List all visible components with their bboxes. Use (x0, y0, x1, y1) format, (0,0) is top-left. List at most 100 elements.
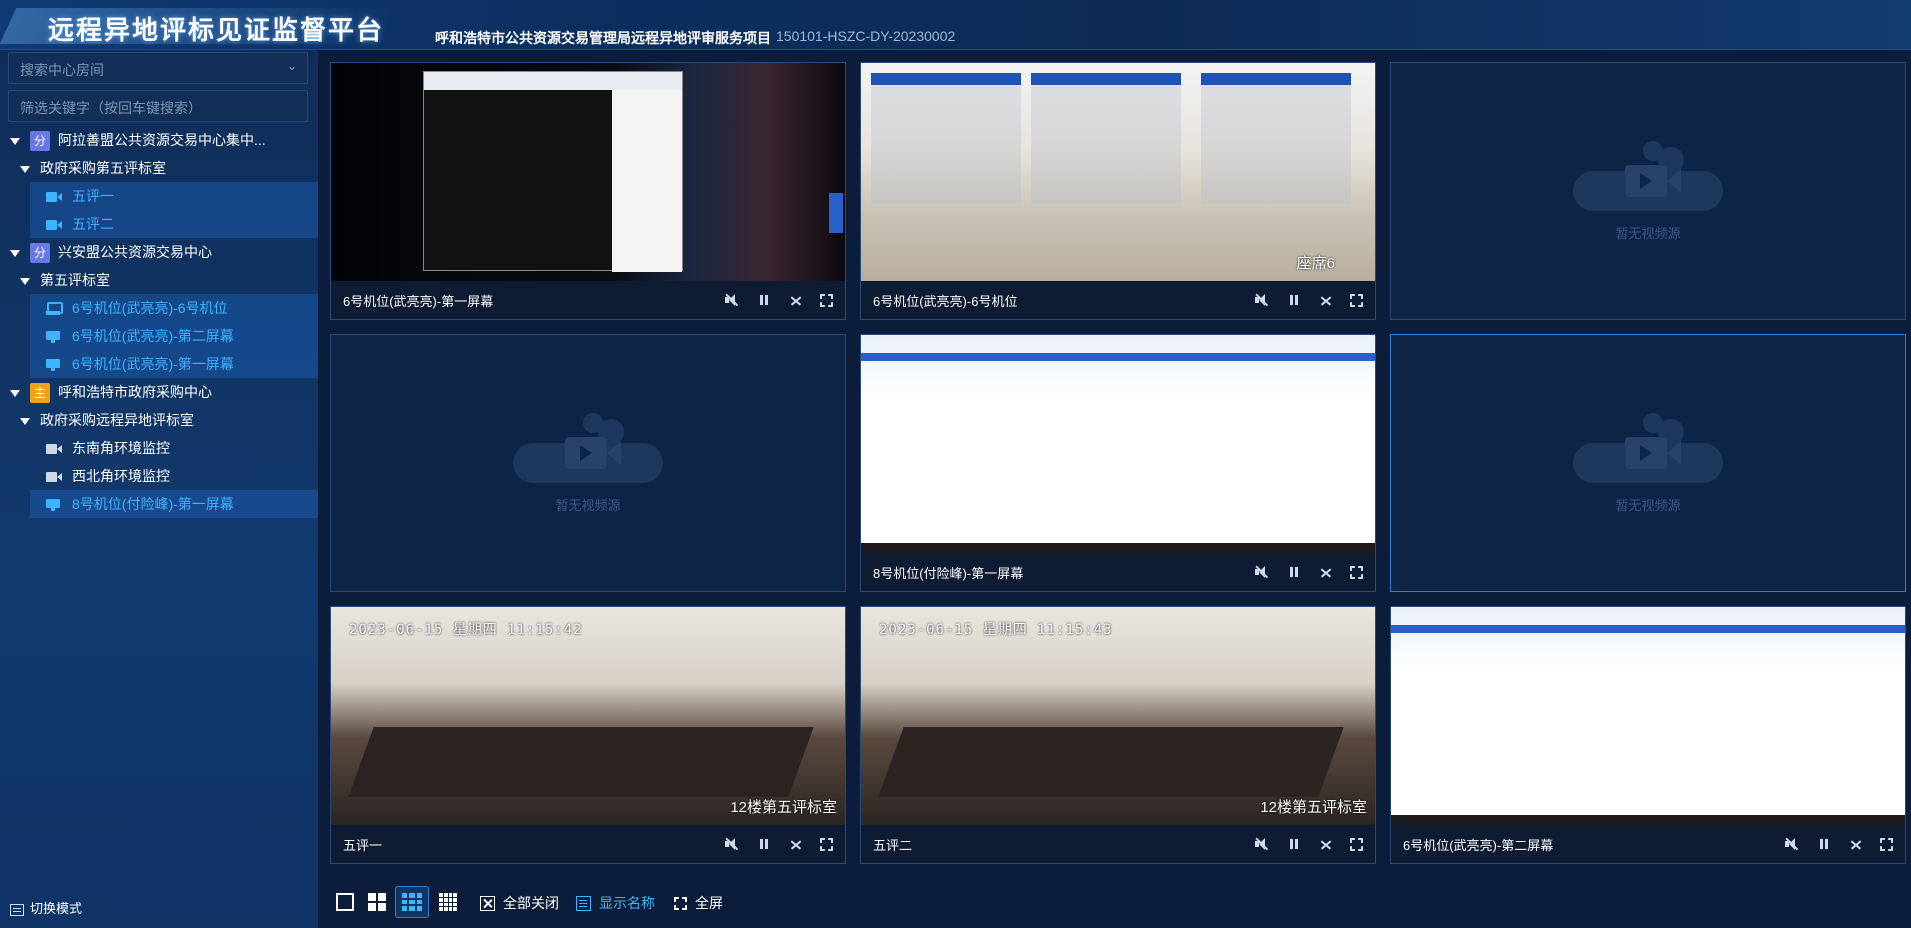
pause-icon[interactable] (1816, 836, 1832, 852)
pause-icon[interactable] (756, 836, 772, 852)
fullscreen-icon[interactable] (820, 293, 833, 307)
mute-icon[interactable] (1254, 564, 1270, 580)
video-tile[interactable]: 6号机位(武亮亮)-第二屏幕 (1390, 606, 1906, 864)
layout-2x2-button[interactable] (363, 888, 391, 916)
no-video-text: 暂无视频源 (555, 497, 621, 513)
camera-icon (46, 190, 62, 204)
expand-arrow-icon[interactable] (20, 277, 30, 285)
layout-1x1-button[interactable] (331, 888, 359, 916)
video-tile[interactable]: 座席6 6号机位(武亮亮)-6号机位 (860, 62, 1376, 320)
tree-node-camera[interactable]: 五评一 (30, 182, 318, 210)
tree-node-screen[interactable]: 6号机位(武亮亮)-第一屏幕 (30, 350, 318, 378)
tree-node-screen[interactable]: 6号机位(武亮亮)-第二屏幕 (30, 322, 318, 350)
tree-node-center[interactable]: 分兴安盟公共资源交易中心 (10, 238, 318, 266)
tree-node-label: 6号机位(武亮亮)-第二屏幕 (72, 328, 234, 344)
video-tile[interactable]: 8号机位(付险峰)-第一屏幕 (860, 334, 1376, 592)
video-caption: 12楼第五评标室 (1260, 799, 1367, 816)
switch-mode-label: 切换模式 (30, 901, 83, 916)
close-all-button[interactable]: 全部关闭 (480, 893, 559, 913)
tree-node-screen[interactable]: 8号机位(付险峰)-第一屏幕 (30, 490, 318, 518)
fullscreen-icon[interactable] (820, 837, 833, 851)
video-feed[interactable]: 座席6 (861, 63, 1375, 281)
scissors-icon[interactable] (788, 836, 804, 852)
mute-icon[interactable] (1784, 836, 1800, 852)
room-select-placeholder: 搜索中心房间 (20, 62, 104, 78)
layout-3x3-button[interactable] (395, 886, 429, 918)
video-feed[interactable]: 2023-06-15 星期四 11:15:43 12楼第五评标室 (861, 607, 1375, 825)
fullscreen-icon[interactable] (1880, 837, 1893, 851)
camera-icon (46, 470, 62, 484)
tree-node-camera[interactable]: 东南角环境监控 (30, 434, 318, 462)
pause-icon[interactable] (1286, 836, 1302, 852)
video-tile[interactable]: 2023-06-15 星期四 11:15:43 12楼第五评标室 五评二 (860, 606, 1376, 864)
bottom-toolbar: 全部关闭 显示名称 全屏 (318, 880, 1911, 928)
sidebar: 搜索中心房间 ⌄ 筛选关键字（按回车键搜索） 分阿拉善盟公共资源交易中心集中..… (0, 50, 318, 928)
top-header: 远程异地评标见证监督平台 呼和浩特市公共资源交易管理局远程异地评审服务项目 15… (0, 0, 1911, 50)
no-video-placeholder: 暂无视频源 (1391, 335, 1905, 591)
tree-node-room[interactable]: 政府采购第五评标室 (20, 154, 318, 182)
scissors-icon[interactable] (788, 292, 804, 308)
app-title: 远程异地评标见证监督平台 (48, 16, 385, 46)
scissors-icon[interactable] (1318, 836, 1334, 852)
tile-label: 8号机位(付险峰)-第一屏幕 (873, 565, 1024, 581)
fullscreen-icon[interactable] (1350, 565, 1363, 579)
scissors-icon[interactable] (1318, 292, 1334, 308)
expand-arrow-icon[interactable] (20, 165, 30, 173)
fullscreen-icon[interactable] (1350, 837, 1363, 851)
fullscreen-icon (674, 896, 687, 910)
empty-video-tile[interactable]: 暂无视频源 (1390, 62, 1906, 320)
layout-4x4-button[interactable] (434, 888, 462, 916)
tree-node-center[interactable]: 主呼和浩特市政府采购中心 (10, 378, 318, 406)
mute-icon[interactable] (724, 836, 740, 852)
project-code: 150101-HSZC-DY-20230002 (776, 28, 956, 44)
tree-node-camera[interactable]: 五评二 (30, 210, 318, 238)
expand-arrow-icon[interactable] (20, 417, 30, 425)
tree-node-room[interactable]: 政府采购远程异地评标室 (20, 406, 318, 434)
pause-icon[interactable] (1286, 292, 1302, 308)
monitor-icon (46, 358, 62, 372)
pause-icon[interactable] (756, 292, 772, 308)
expand-arrow-icon[interactable] (10, 389, 20, 397)
video-grid: 6号机位(武亮亮)-第一屏幕 座席6 6号机位(武亮亮)-6号机位 暂无视频源 … (318, 50, 1911, 880)
tree-node-label: 呼和浩特市政府采购中心 (58, 384, 212, 400)
lenovo-logo (829, 193, 843, 233)
video-tile[interactable]: 6号机位(武亮亮)-第一屏幕 (330, 62, 846, 320)
video-feed[interactable] (1391, 607, 1905, 825)
project-name: 呼和浩特市公共资源交易管理局远程异地评审服务项目 (435, 30, 771, 46)
show-names-label: 显示名称 (599, 895, 655, 911)
video-feed[interactable]: 2023-06-15 星期四 11:15:42 12楼第五评标室 (331, 607, 845, 825)
scissors-icon[interactable] (1848, 836, 1864, 852)
mute-icon[interactable] (724, 292, 740, 308)
tree-node-label: 五评二 (72, 216, 114, 232)
filter-input[interactable]: 筛选关键字（按回车键搜索） (8, 90, 308, 122)
video-feed[interactable] (331, 63, 845, 281)
tile-control-bar: 8号机位(付险峰)-第一屏幕 (861, 553, 1375, 591)
mute-icon[interactable] (1254, 836, 1270, 852)
mute-icon[interactable] (1254, 292, 1270, 308)
tree-node-camera[interactable]: 西北角环境监控 (30, 462, 318, 490)
video-feed[interactable] (861, 335, 1375, 553)
tile-label: 五评二 (873, 837, 913, 853)
tree-node-center[interactable]: 分阿拉善盟公共资源交易中心集中... (10, 126, 318, 154)
tree-node-label: 阿拉善盟公共资源交易中心集中... (58, 132, 266, 148)
show-names-button[interactable]: 显示名称 (576, 893, 655, 913)
tile-control-bar: 6号机位(武亮亮)-6号机位 (861, 281, 1375, 319)
scissors-icon[interactable] (1318, 564, 1334, 580)
video-placeholder-icon (513, 412, 663, 493)
expand-arrow-icon[interactable] (10, 137, 20, 145)
fullscreen-icon[interactable] (1350, 293, 1363, 307)
empty-video-tile[interactable]: 暂无视频源 (330, 334, 846, 592)
branch-badge: 分 (30, 131, 50, 152)
fullscreen-button[interactable]: 全屏 (674, 893, 723, 913)
room-select[interactable]: 搜索中心房间 ⌄ (8, 52, 308, 84)
tree-node-seat[interactable]: 6号机位(武亮亮)-6号机位 (30, 294, 318, 322)
no-video-text: 暂无视频源 (1615, 497, 1681, 513)
tree-node-room[interactable]: 第五评标室 (20, 266, 318, 294)
pause-icon[interactable] (1286, 564, 1302, 580)
expand-arrow-icon[interactable] (10, 249, 20, 257)
switch-mode-button[interactable]: 切换模式 (10, 898, 82, 917)
empty-video-tile[interactable]: 暂无视频源 (1390, 334, 1906, 592)
video-tile[interactable]: 2023-06-15 星期四 11:15:42 12楼第五评标室 五评一 (330, 606, 846, 864)
tile-label: 五评一 (343, 837, 383, 853)
tree-node-label: 6号机位(武亮亮)-第一屏幕 (72, 356, 234, 372)
